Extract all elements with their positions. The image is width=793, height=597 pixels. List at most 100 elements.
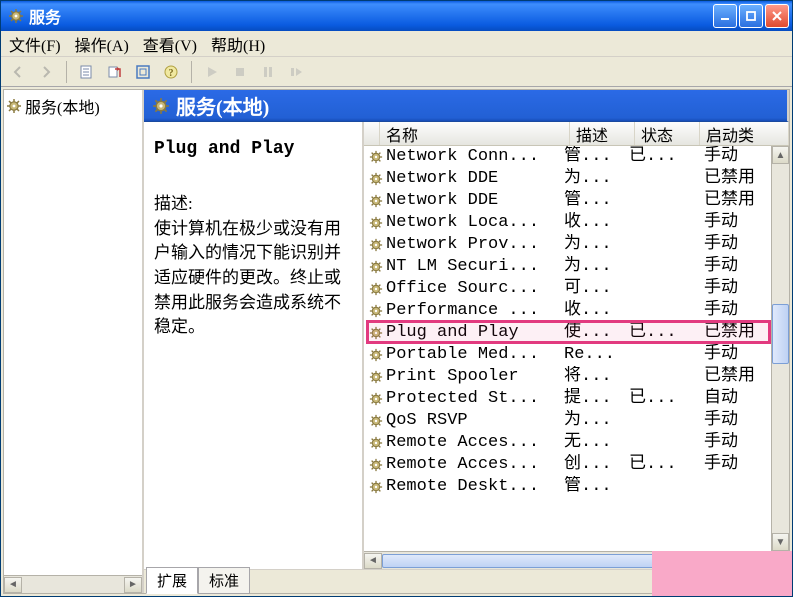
- service-row[interactable]: NT LM Securi...为...手动: [364, 256, 789, 278]
- tree-root-node[interactable]: 服务(本地): [4, 90, 142, 122]
- service-name: Remote Acces...: [386, 454, 564, 476]
- service-icon: [366, 347, 386, 363]
- help-button[interactable]: ?: [160, 61, 182, 83]
- play-icon: [204, 64, 220, 80]
- service-desc: Re...: [564, 344, 629, 366]
- pause-button: [257, 61, 279, 83]
- start-button: [201, 61, 223, 83]
- properties-button[interactable]: [76, 61, 98, 83]
- service-icon: [366, 171, 386, 187]
- restart-button: [285, 61, 307, 83]
- service-desc: 为...: [564, 256, 629, 278]
- service-row[interactable]: Remote Acces...无...手动: [364, 432, 789, 454]
- service-row[interactable]: Portable Med...Re...手动: [364, 344, 789, 366]
- export-icon: [107, 64, 123, 80]
- service-row[interactable]: Performance ...收...手动: [364, 300, 789, 322]
- service-name: Print Spooler: [386, 366, 564, 388]
- menubar: 文件(F) 操作(A) 查看(V) 帮助(H): [1, 31, 792, 57]
- list-pane: 名称 描述 状态 启动类 Network Conn...管...已...手动Ne…: [364, 122, 789, 569]
- service-row[interactable]: Network Prov...为...手动: [364, 234, 789, 256]
- scroll-left-icon[interactable]: ◄: [4, 577, 22, 593]
- service-desc: 收...: [564, 300, 629, 322]
- service-desc: 管...: [564, 146, 629, 168]
- service-desc: 管...: [564, 476, 629, 498]
- service-row[interactable]: Network Conn...管...已...手动: [364, 146, 789, 168]
- scroll-down-icon[interactable]: ▼: [772, 533, 789, 551]
- service-icon: [366, 479, 386, 495]
- refresh-icon: [135, 64, 151, 80]
- service-status: 已...: [629, 388, 704, 410]
- menu-file[interactable]: 文件(F): [9, 32, 61, 56]
- scroll-left-icon[interactable]: ◄: [364, 553, 382, 569]
- service-row[interactable]: Plug and Play使...已...已禁用: [364, 322, 789, 344]
- service-name: Protected St...: [386, 388, 564, 410]
- service-row[interactable]: Remote Deskt...管...: [364, 476, 789, 498]
- detail-desc: 使计算机在极少或没有用户输入的情况下能识别并适应硬件的更改。终止或禁用此服务会造…: [154, 217, 354, 340]
- vscrollbar[interactable]: ▲ ▼: [771, 146, 789, 551]
- service-icon: [366, 457, 386, 473]
- service-row[interactable]: Network DDE为...已禁用: [364, 168, 789, 190]
- titlebar[interactable]: 服务: [1, 1, 792, 31]
- menu-action[interactable]: 操作(A): [75, 32, 129, 56]
- service-icon: [366, 259, 386, 275]
- minimize-button[interactable]: [713, 4, 737, 28]
- restart-icon: [288, 64, 304, 80]
- close-button[interactable]: [765, 4, 789, 28]
- service-row[interactable]: QoS RSVP为...手动: [364, 410, 789, 432]
- service-name: Performance ...: [386, 300, 564, 322]
- service-icon: [366, 369, 386, 385]
- maximize-icon: [746, 11, 756, 21]
- service-icon: [366, 391, 386, 407]
- service-status: 已...: [629, 146, 704, 168]
- service-name: Office Sourc...: [386, 278, 564, 300]
- list-body[interactable]: Network Conn...管...已...手动Network DDE为...…: [364, 146, 789, 569]
- service-icon: [366, 325, 386, 341]
- close-icon: [772, 11, 782, 21]
- forward-button: [35, 61, 57, 83]
- services-icon: [152, 97, 170, 115]
- vscroll-thumb[interactable]: [772, 304, 789, 364]
- service-row[interactable]: Office Sourc...可...手动: [364, 278, 789, 300]
- service-row[interactable]: Print Spooler将...已禁用: [364, 366, 789, 388]
- services-window: 服务 文件(F) 操作(A) 查看(V) 帮助(H): [0, 0, 793, 597]
- service-icon: [366, 237, 386, 253]
- export-button[interactable]: [104, 61, 126, 83]
- service-desc: 可...: [564, 278, 629, 300]
- minimize-icon: [720, 11, 730, 21]
- scroll-up-icon[interactable]: ▲: [772, 146, 789, 164]
- menu-view[interactable]: 查看(V): [143, 32, 197, 56]
- detail-pane: Plug and Play 描述: 使计算机在极少或没有用户输入的情况下能识别并…: [144, 122, 364, 569]
- service-name: NT LM Securi...: [386, 256, 564, 278]
- service-status: 已...: [629, 454, 704, 476]
- back-icon: [10, 64, 26, 80]
- service-row[interactable]: Remote Acces...创...已...手动: [364, 454, 789, 476]
- col-status[interactable]: 状态: [635, 122, 700, 145]
- service-name: Network Loca...: [386, 212, 564, 234]
- maximize-button[interactable]: [739, 4, 763, 28]
- service-row[interactable]: Network Loca...收...手动: [364, 212, 789, 234]
- service-desc: 管...: [564, 190, 629, 212]
- menu-help[interactable]: 帮助(H): [211, 32, 265, 56]
- col-desc[interactable]: 描述: [570, 122, 635, 145]
- service-desc: 使...: [564, 322, 629, 344]
- tab-extended[interactable]: 扩展: [146, 567, 198, 594]
- tree-root-label: 服务(本地): [25, 94, 100, 118]
- service-desc: 提...: [564, 388, 629, 410]
- tree-hscrollbar[interactable]: ◄ ►: [4, 575, 142, 593]
- tree-pane: 服务(本地) ◄ ►: [4, 90, 144, 593]
- col-name[interactable]: 名称: [380, 122, 570, 145]
- col-startup[interactable]: 启动类: [700, 122, 789, 145]
- tab-standard[interactable]: 标准: [198, 567, 250, 594]
- service-name: Portable Med...: [386, 344, 564, 366]
- service-row[interactable]: Protected St...提...已...自动: [364, 388, 789, 410]
- svg-text:?: ?: [169, 68, 174, 79]
- service-name: Remote Acces...: [386, 432, 564, 454]
- scroll-right-icon[interactable]: ►: [124, 577, 142, 593]
- services-icon: [8, 8, 24, 24]
- properties-icon: [79, 64, 95, 80]
- refresh-button[interactable]: [132, 61, 154, 83]
- services-icon: [6, 98, 22, 114]
- service-row[interactable]: Network DDE 管...已禁用: [364, 190, 789, 212]
- service-name: QoS RSVP: [386, 410, 564, 432]
- service-icon: [366, 193, 386, 209]
